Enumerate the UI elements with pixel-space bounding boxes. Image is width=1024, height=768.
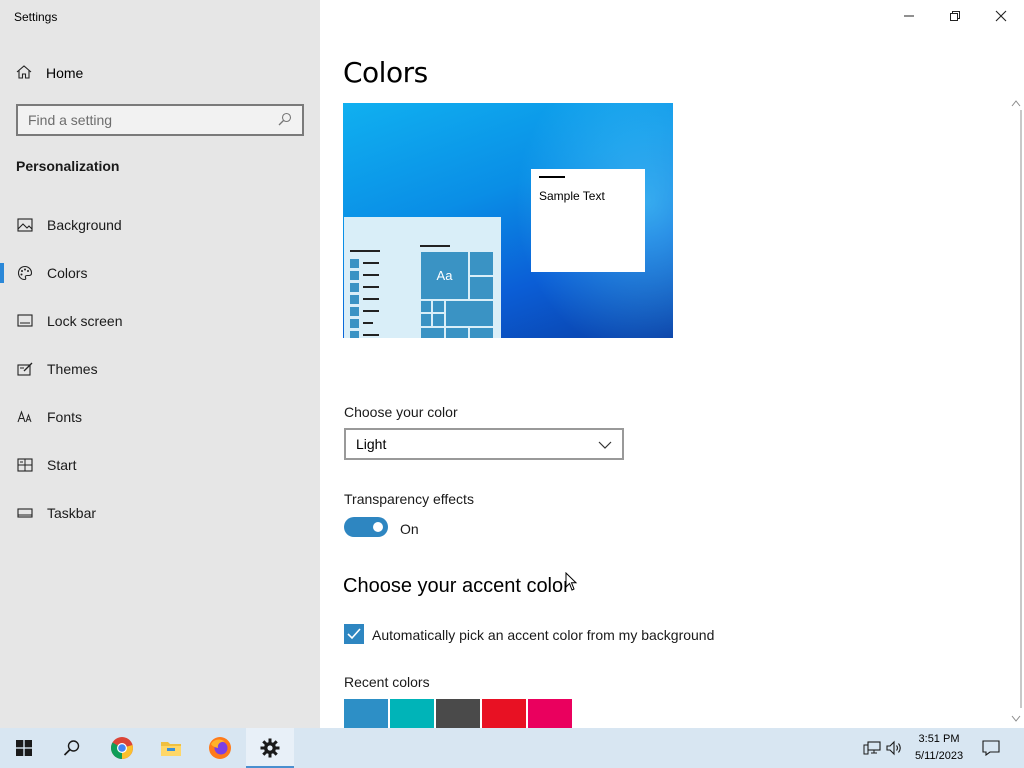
fonts-icon bbox=[16, 409, 34, 425]
color-swatch[interactable] bbox=[528, 699, 572, 728]
lock-screen-icon bbox=[16, 313, 34, 329]
sidebar-item-fonts[interactable]: Fonts bbox=[0, 397, 320, 437]
section-heading: Personalization bbox=[16, 158, 120, 174]
palette-icon bbox=[16, 265, 34, 281]
sidebar: Settings Home Find a setting Personaliza… bbox=[0, 0, 320, 728]
restore-icon bbox=[950, 11, 960, 21]
transparency-toggle[interactable] bbox=[344, 517, 388, 537]
taskbar-file-explorer[interactable] bbox=[147, 728, 195, 768]
app-title: Settings bbox=[14, 10, 58, 24]
color-swatch[interactable] bbox=[390, 699, 434, 728]
home-label: Home bbox=[46, 65, 84, 81]
sidebar-item-background[interactable]: Background bbox=[0, 205, 320, 245]
preview-sample-window: Sample Text bbox=[531, 169, 645, 272]
sidebar-item-lock-screen[interactable]: Lock screen bbox=[0, 301, 320, 341]
taskbar-icon bbox=[16, 505, 34, 521]
system-clock[interactable]: 3:51 PM 5/11/2023 bbox=[908, 731, 970, 765]
sidebar-item-label: Colors bbox=[47, 265, 88, 281]
notification-icon[interactable] bbox=[981, 738, 1001, 758]
clock-date: 5/11/2023 bbox=[914, 750, 964, 762]
chrome-icon bbox=[111, 737, 133, 759]
choose-color-dropdown[interactable]: Light bbox=[344, 428, 624, 460]
transparency-state: On bbox=[400, 521, 419, 537]
restore-button[interactable] bbox=[932, 0, 978, 32]
color-swatch[interactable] bbox=[436, 699, 480, 728]
sidebar-item-label: Background bbox=[47, 217, 122, 233]
choose-color-label: Choose your color bbox=[344, 404, 458, 420]
choose-color-value: Light bbox=[356, 436, 387, 452]
windows-logo-icon bbox=[16, 740, 32, 756]
recent-colors bbox=[344, 699, 572, 728]
themes-icon bbox=[16, 361, 34, 377]
color-swatch[interactable] bbox=[482, 699, 526, 728]
start-icon bbox=[16, 457, 34, 473]
preview-tile-label: Aa bbox=[420, 251, 469, 300]
settings-gear-icon bbox=[260, 738, 280, 758]
page-title: Colors bbox=[343, 56, 428, 89]
network-icon[interactable] bbox=[862, 738, 882, 758]
taskbar-chrome[interactable] bbox=[98, 728, 146, 768]
transparency-label: Transparency effects bbox=[344, 491, 474, 507]
sidebar-item-label: Fonts bbox=[47, 409, 83, 425]
sidebar-item-label: Start bbox=[47, 457, 77, 473]
sidebar-item-start[interactable]: Start bbox=[0, 445, 320, 485]
preview-sample-text: Sample Text bbox=[539, 189, 605, 203]
sidebar-item-themes[interactable]: Themes bbox=[0, 349, 320, 389]
sidebar-item-taskbar[interactable]: Taskbar bbox=[0, 493, 320, 533]
chevron-down-icon bbox=[598, 436, 612, 452]
minimize-button[interactable] bbox=[886, 0, 932, 32]
search-icon bbox=[63, 740, 80, 756]
theme-preview: Aa Sample Text bbox=[343, 103, 673, 338]
sidebar-item-label: Taskbar bbox=[47, 505, 97, 521]
search-icon bbox=[278, 112, 292, 129]
auto-accent-checkbox[interactable] bbox=[344, 624, 364, 644]
taskbar-firefox[interactable] bbox=[196, 728, 244, 768]
taskbar-settings[interactable] bbox=[246, 728, 294, 768]
auto-accent-label: Automatically pick an accent color from … bbox=[372, 627, 715, 643]
home-nav[interactable]: Home bbox=[16, 62, 83, 84]
close-icon bbox=[995, 10, 1007, 22]
firefox-icon bbox=[209, 737, 231, 759]
sidebar-item-label: Themes bbox=[47, 361, 98, 377]
start-button[interactable] bbox=[0, 728, 48, 768]
sidebar-item-label: Lock screen bbox=[47, 313, 123, 329]
preview-start-menu: Aa bbox=[344, 217, 501, 338]
minimize-icon bbox=[904, 15, 914, 17]
scrollbar[interactable] bbox=[1008, 96, 1024, 728]
taskbar-search-button[interactable] bbox=[48, 728, 96, 768]
image-icon bbox=[16, 217, 34, 233]
mouse-cursor-icon bbox=[565, 571, 579, 597]
clock-time: 3:51 PM bbox=[918, 733, 960, 745]
accent-heading: Choose your accent color bbox=[343, 575, 570, 597]
sidebar-item-colors[interactable]: Colors bbox=[0, 253, 320, 293]
search-input[interactable]: Find a setting bbox=[16, 104, 304, 136]
close-button[interactable] bbox=[978, 0, 1024, 32]
checkmark-icon bbox=[347, 628, 361, 640]
file-explorer-icon bbox=[161, 742, 181, 756]
recent-colors-label: Recent colors bbox=[344, 674, 430, 690]
taskbar: 3:51 PM 5/11/2023 bbox=[0, 728, 1024, 768]
home-icon bbox=[16, 64, 32, 83]
color-swatch[interactable] bbox=[344, 699, 388, 728]
search-placeholder: Find a setting bbox=[28, 112, 113, 128]
volume-icon[interactable] bbox=[884, 738, 904, 758]
